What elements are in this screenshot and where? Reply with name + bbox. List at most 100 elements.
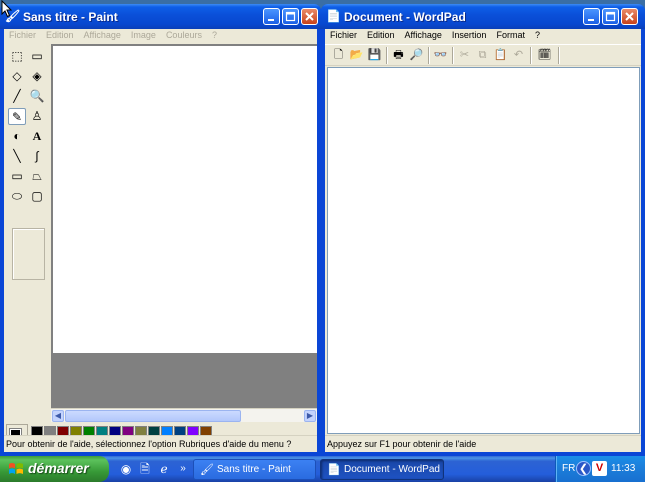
menu-edition[interactable]: Edition bbox=[41, 29, 79, 44]
close-button[interactable] bbox=[621, 8, 638, 25]
maximize-icon bbox=[285, 11, 296, 22]
tool-options-box[interactable] bbox=[12, 228, 45, 280]
polygon-icon[interactable]: ⏢ bbox=[28, 168, 46, 185]
toolbar-separator bbox=[452, 47, 454, 64]
menu-edition[interactable]: Edition bbox=[362, 29, 400, 44]
clock: 11:33 bbox=[611, 463, 636, 474]
minimize-icon bbox=[588, 19, 594, 21]
maximize-button[interactable] bbox=[602, 8, 619, 25]
paint-client: Fichier Edition Affichage Image Couleurs… bbox=[4, 29, 317, 452]
tray-collapse-icon[interactable]: ❮ bbox=[576, 461, 591, 476]
menu-couleurs[interactable]: Couleurs bbox=[161, 29, 207, 44]
drawing-canvas[interactable] bbox=[53, 46, 259, 353]
undo-icon[interactable]: ↶ bbox=[511, 48, 526, 63]
curve-icon[interactable]: ∫ bbox=[28, 148, 46, 165]
paint-status-bar: Pour obtenir de l'aide, sélectionnez l'o… bbox=[4, 435, 317, 452]
tool-box: ⬚ ▭ ◇ ◈ ╱ 🔍 ✎ ♙ ◐ A ╲ ∫ ▭ ⏢ ⬭ ▢ bbox=[6, 47, 50, 420]
ellipse-icon[interactable]: ⬭ bbox=[8, 188, 26, 205]
paint-menubar: Fichier Edition Affichage Image Couleurs… bbox=[4, 29, 317, 44]
maximize-button[interactable] bbox=[282, 8, 299, 25]
drawing-canvas-extension[interactable] bbox=[259, 46, 317, 353]
paint-titlebar[interactable]: 🖌 Sans titre - Paint bbox=[0, 4, 321, 29]
start-label: démarrer bbox=[28, 460, 89, 476]
wordpad-window[interactable]: 📄 Document - WordPad Fichier Edition Aff… bbox=[321, 4, 645, 456]
menu-help[interactable]: ? bbox=[530, 29, 545, 44]
rect-select-icon[interactable]: ▭ bbox=[28, 48, 46, 65]
mouse-cursor-icon bbox=[1, 0, 13, 18]
wordpad-title: Document - WordPad bbox=[344, 10, 466, 24]
menu-image[interactable]: Image bbox=[126, 29, 161, 44]
media-player-icon[interactable]: ◉ bbox=[118, 461, 134, 477]
airbrush-icon[interactable]: ◐ bbox=[8, 128, 26, 145]
menu-format[interactable]: Format bbox=[491, 29, 530, 44]
document-area[interactable] bbox=[327, 67, 640, 434]
print-preview-icon[interactable]: 🔎 bbox=[409, 48, 424, 63]
taskbar: démarrer ◉ 🗎 ℯ » 🖌 Sans titre - Paint 📄 … bbox=[0, 456, 645, 482]
menu-affichage[interactable]: Affichage bbox=[400, 29, 447, 44]
wordpad-status-bar: Appuyez sur F1 pour obtenir de l'aide bbox=[325, 435, 641, 452]
free-select-icon[interactable]: ⬚ bbox=[8, 48, 26, 65]
paint-window[interactable]: 🖌 Sans titre - Paint Fichier Edition Aff… bbox=[0, 4, 321, 456]
minimize-button[interactable] bbox=[263, 8, 280, 25]
language-indicator[interactable]: FR bbox=[562, 463, 575, 474]
windows-flag-icon bbox=[9, 463, 23, 474]
menu-fichier[interactable]: Fichier bbox=[325, 29, 362, 44]
close-icon bbox=[625, 12, 634, 21]
maximize-icon bbox=[605, 11, 616, 22]
horizontal-scrollbar[interactable]: ◀ ▶ bbox=[51, 408, 317, 422]
scroll-right-icon[interactable]: ▶ bbox=[304, 410, 316, 422]
scroll-left-icon[interactable]: ◀ bbox=[52, 410, 64, 422]
toolbar-separator bbox=[530, 47, 532, 64]
wordpad-menubar: Fichier Edition Affichage Insertion Form… bbox=[325, 29, 641, 44]
magnifier-icon[interactable]: 🔍 bbox=[28, 88, 46, 105]
wordpad-toolbar: 🗋 📂 💾 🖶 🔎 👓 ✂ ⧉ 📋 ↶ 🗓 bbox=[325, 44, 641, 66]
toolbar-separator bbox=[386, 47, 388, 64]
fill-bucket-icon[interactable]: ◈ bbox=[28, 68, 46, 85]
eraser-icon[interactable]: ◇ bbox=[8, 68, 26, 85]
scroll-thumb[interactable] bbox=[65, 410, 241, 422]
rounded-rect-icon[interactable]: ▢ bbox=[28, 188, 46, 205]
brush-icon[interactable]: ♙ bbox=[28, 108, 46, 125]
paste-icon[interactable]: 📋 bbox=[493, 48, 508, 63]
color-picker-icon[interactable]: ╱ bbox=[8, 88, 26, 105]
menu-affichage[interactable]: Affichage bbox=[79, 29, 126, 44]
wordpad-app-icon[interactable]: 📄 bbox=[326, 9, 341, 24]
paint-title: Sans titre - Paint bbox=[23, 10, 118, 24]
close-button[interactable] bbox=[301, 8, 318, 25]
paint-app-icon: 🖌 bbox=[200, 464, 214, 476]
wordpad-titlebar[interactable]: 📄 Document - WordPad bbox=[321, 4, 645, 29]
system-tray: FR ❮ V 11:33 bbox=[555, 456, 645, 482]
menu-insertion[interactable]: Insertion bbox=[447, 29, 492, 44]
menu-help[interactable]: ? bbox=[207, 29, 222, 44]
toolbar-separator bbox=[428, 47, 430, 64]
pencil-icon[interactable]: ✎ bbox=[8, 108, 26, 125]
toolbar-separator bbox=[558, 47, 560, 64]
internet-explorer-icon[interactable]: ℯ bbox=[156, 461, 172, 477]
taskbar-button-label: Sans titre - Paint bbox=[217, 464, 291, 475]
find-icon[interactable]: 👓 bbox=[433, 48, 448, 63]
open-folder-icon[interactable]: 📂 bbox=[349, 48, 364, 63]
copy-icon[interactable]: ⧉ bbox=[475, 48, 490, 63]
canvas-area bbox=[51, 44, 317, 408]
save-icon[interactable]: 💾 bbox=[367, 48, 382, 63]
cut-icon[interactable]: ✂ bbox=[457, 48, 472, 63]
text-icon[interactable]: A bbox=[28, 128, 46, 145]
date-time-icon[interactable]: 🗓 bbox=[537, 48, 552, 63]
print-icon[interactable]: 🖶 bbox=[391, 48, 406, 63]
taskbar-button-label: Document - WordPad bbox=[344, 464, 440, 475]
minimize-button[interactable] bbox=[583, 8, 600, 25]
close-icon bbox=[305, 12, 314, 21]
minimize-icon bbox=[268, 19, 274, 21]
menu-fichier[interactable]: Fichier bbox=[4, 29, 41, 44]
quicklaunch-chevron-icon[interactable]: » bbox=[175, 461, 191, 477]
wordpad-app-icon: 📄 bbox=[327, 464, 341, 476]
rectangle-icon[interactable]: ▭ bbox=[8, 168, 26, 185]
start-button[interactable]: démarrer bbox=[0, 456, 109, 482]
taskbar-button-wordpad[interactable]: 📄 Document - WordPad bbox=[320, 459, 444, 480]
wordpad-client: Fichier Edition Affichage Insertion Form… bbox=[325, 29, 641, 452]
notepad-icon[interactable]: 🗎 bbox=[137, 461, 153, 477]
new-document-icon[interactable]: 🗋 bbox=[331, 48, 346, 63]
taskbar-button-paint[interactable]: 🖌 Sans titre - Paint bbox=[193, 459, 316, 480]
line-icon[interactable]: ╲ bbox=[8, 148, 26, 165]
antivirus-icon[interactable]: V bbox=[592, 461, 607, 476]
